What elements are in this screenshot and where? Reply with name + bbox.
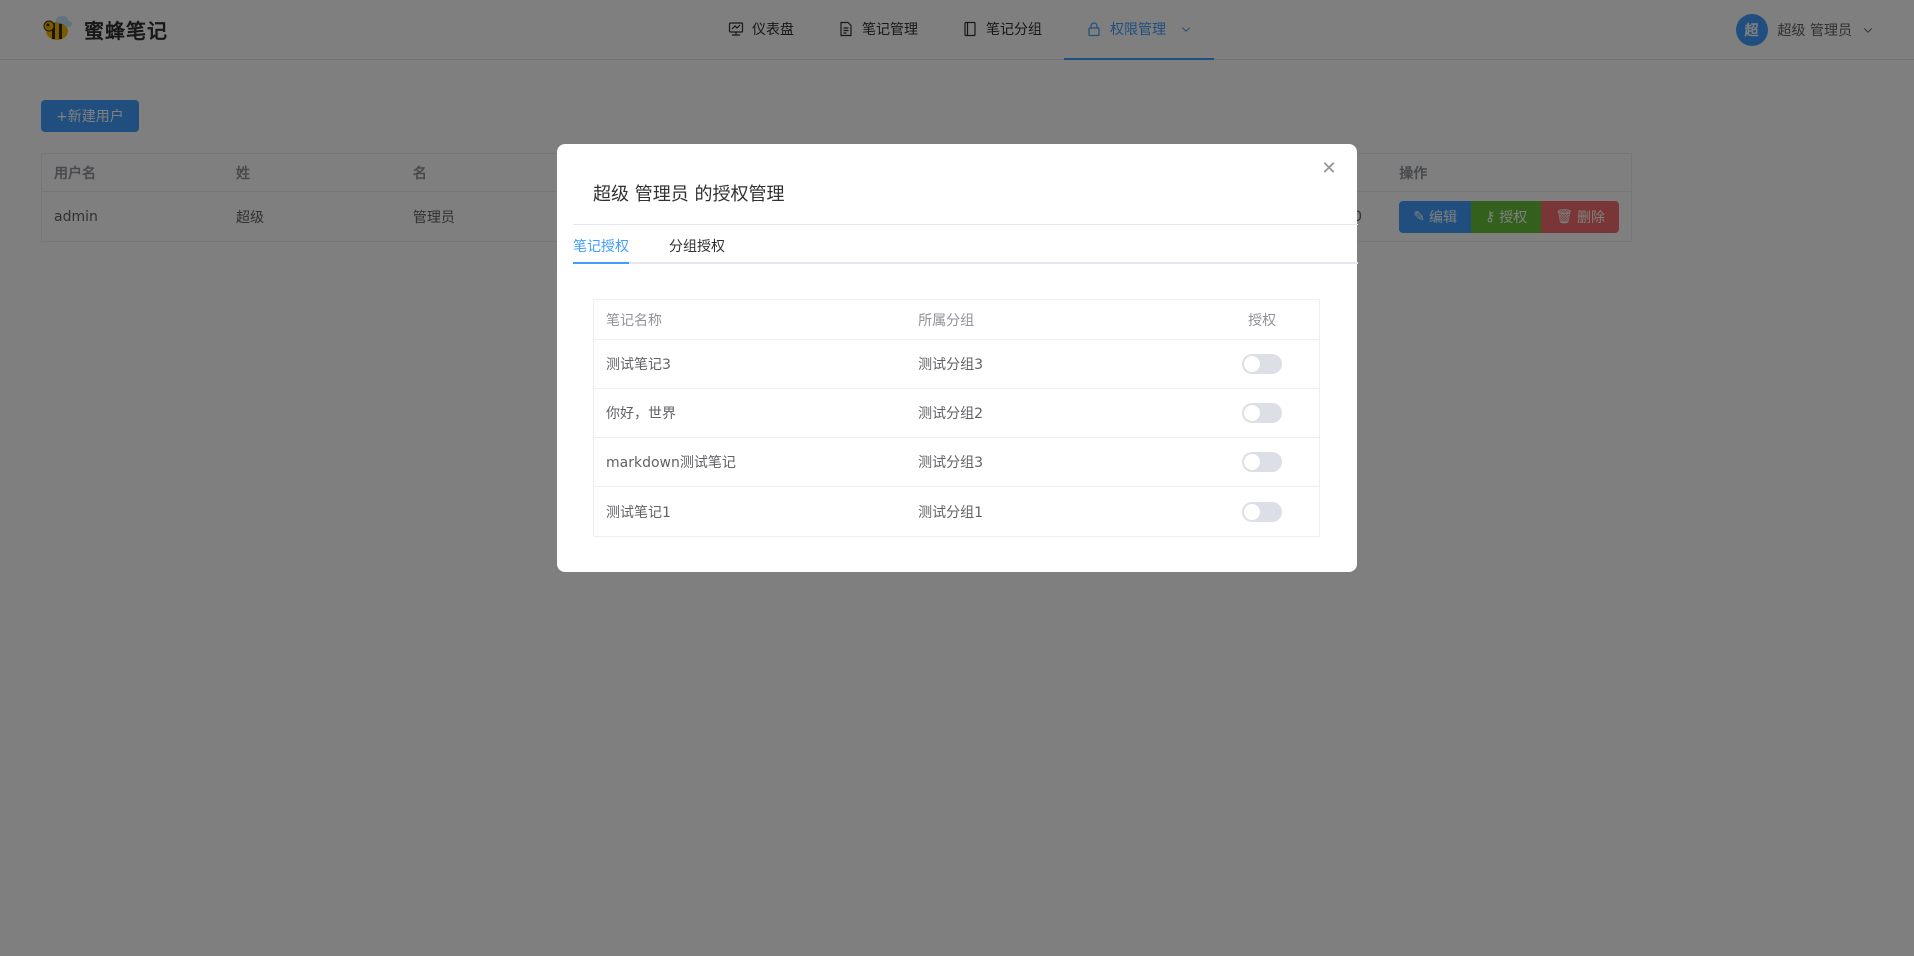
tab-group-permissions[interactable]: 分组授权 bbox=[669, 236, 725, 264]
table-row: 你好，世界 测试分组2 bbox=[594, 389, 1319, 438]
cell-note-name: markdown测试笔记 bbox=[606, 455, 736, 471]
cell-group: 测试分组1 bbox=[918, 504, 984, 521]
cell-note-name: 测试笔记3 bbox=[606, 357, 671, 373]
permission-toggle[interactable] bbox=[1242, 501, 1283, 522]
table-row: markdown测试笔记 测试分组3 bbox=[594, 438, 1319, 487]
cell-group: 测试分组2 bbox=[918, 406, 984, 422]
tab-note-permissions[interactable]: 笔记授权 bbox=[573, 236, 629, 264]
permission-toggle[interactable] bbox=[1242, 452, 1283, 472]
dialog-title: 超级 管理员 的授权管理 bbox=[593, 184, 785, 205]
permission-table: 笔记名称 所属分组 授权 测试笔记3 测试分组3 你好，世界 测试分组2 mar… bbox=[593, 299, 1320, 537]
close-icon[interactable]: ✕ bbox=[1319, 158, 1339, 179]
cell-group: 测试分组3 bbox=[918, 455, 984, 471]
column-header: 笔记名称 bbox=[606, 312, 662, 329]
column-header: 授权 bbox=[1248, 312, 1277, 329]
table-header-row: 笔记名称 所属分组 授权 bbox=[594, 300, 1319, 340]
divider bbox=[573, 224, 1358, 225]
permission-toggle[interactable] bbox=[1242, 354, 1283, 374]
column-header: 所属分组 bbox=[918, 312, 975, 329]
cell-group: 测试分组3 bbox=[918, 357, 984, 373]
permission-toggle[interactable] bbox=[1242, 403, 1283, 423]
permission-dialog: 超级 管理员 的授权管理 ✕ 笔记授权 分组授权 笔记名称 所属分组 授权 测试… bbox=[557, 144, 1358, 572]
table-row: 测试笔记1 测试分组1 bbox=[594, 487, 1319, 536]
cell-note-name: 测试笔记1 bbox=[606, 504, 671, 521]
cell-note-name: 你好，世界 bbox=[606, 406, 676, 422]
active-tab-indicator bbox=[573, 262, 629, 264]
dialog-tabs: 笔记授权 分组授权 bbox=[573, 236, 1358, 264]
table-row: 测试笔记3 测试分组3 bbox=[594, 340, 1319, 389]
